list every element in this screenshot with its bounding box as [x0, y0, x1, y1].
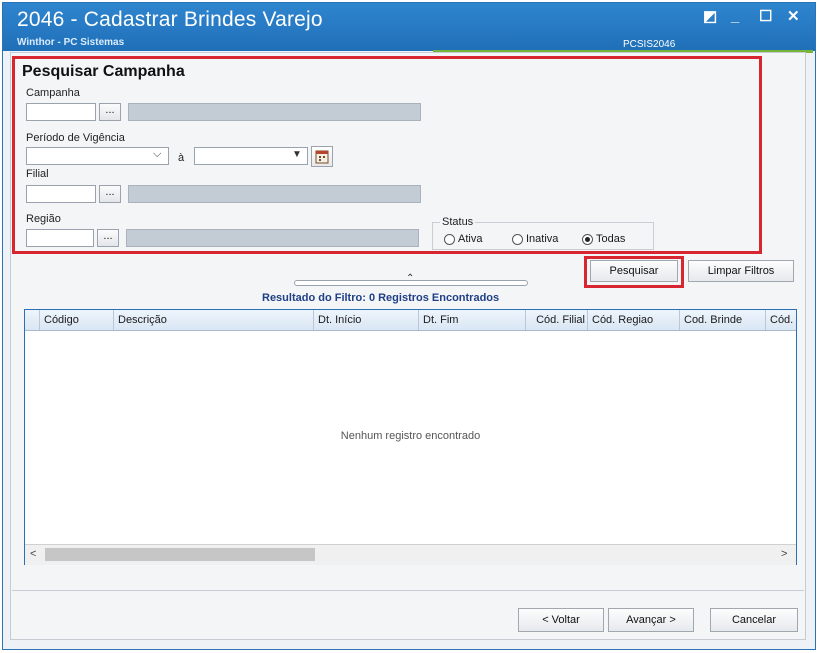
restore-icon[interactable]: ◩: [703, 9, 717, 25]
collapse-handle[interactable]: ⌃: [294, 273, 528, 286]
result-summary: Resultado do Filtro: 0 Registros Encontr…: [262, 292, 500, 304]
radio-circle-icon[interactable]: [512, 233, 523, 245]
column-header-cod-regiao[interactable]: Cód. Regiao: [587, 310, 679, 330]
radio-circle-icon[interactable]: [444, 233, 455, 245]
window-subtitle: Winthor - PC Sistemas: [17, 37, 125, 48]
periodo-separator: à: [178, 152, 185, 164]
column-header-cod-extra[interactable]: Cód.: [765, 310, 796, 330]
radio-label: Ativa: [458, 233, 483, 245]
column-header-dt-fim[interactable]: Dt. Fim: [418, 310, 525, 330]
radio-selected-icon[interactable]: [582, 233, 593, 245]
close-icon[interactable]: ✕: [787, 9, 800, 25]
maximize-icon[interactable]: ☐: [759, 9, 772, 25]
column-header-cod-brinde[interactable]: Cod. Brinde: [679, 310, 765, 330]
search-heading: Pesquisar Campanha: [22, 63, 185, 80]
chevron-down-icon[interactable]: ⌵: [153, 148, 161, 161]
scroll-right-icon[interactable]: >: [781, 548, 787, 560]
routine-code: PCSIS2046: [623, 39, 676, 50]
scroll-left-icon[interactable]: <: [30, 548, 36, 560]
window-title: 2046 - Cadastrar Brindes Varejo: [17, 8, 323, 31]
campanha-label: Campanha: [26, 87, 80, 99]
voltar-button[interactable]: < Voltar: [518, 608, 604, 632]
results-grid: Código Descrição Dt. Início Dt. Fim Cód.…: [24, 309, 797, 565]
regiao-label: Região: [26, 213, 61, 225]
column-header-cod-filial[interactable]: Cód. Filial: [525, 310, 587, 330]
radio-label: Inativa: [526, 233, 559, 245]
footer-divider: [12, 590, 804, 591]
periodo-end-combo[interactable]: [194, 147, 308, 165]
pesquisar-button[interactable]: Pesquisar: [590, 260, 678, 282]
cancelar-button[interactable]: Cancelar: [710, 608, 798, 632]
column-header-codigo[interactable]: Código: [39, 310, 113, 330]
title-bar: 2046 - Cadastrar Brindes Varejo Winthor …: [3, 3, 815, 51]
status-radio-ativa[interactable]: Ativa: [444, 233, 482, 245]
limpar-filtros-button[interactable]: Limpar Filtros: [688, 260, 794, 282]
campanha-code-input[interactable]: [26, 103, 96, 121]
chevron-up-icon[interactable]: ⌃: [406, 273, 414, 284]
periodo-label: Período de Vigência: [26, 132, 125, 144]
avancar-button[interactable]: Avançar >: [608, 608, 694, 632]
campanha-description-field: [128, 103, 421, 121]
column-header-dt-inicio[interactable]: Dt. Início: [313, 310, 418, 330]
regiao-description-field: [126, 229, 419, 247]
column-header-descricao[interactable]: Descrição: [113, 310, 313, 330]
horizontal-scrollbar[interactable]: < >: [25, 544, 796, 565]
scrollbar-thumb[interactable]: [45, 548, 315, 561]
empty-message: Nenhum registro encontrado: [340, 430, 481, 442]
dropdown-arrow-icon[interactable]: ▼: [292, 149, 302, 160]
radio-label: Todas: [596, 233, 626, 245]
filial-code-input[interactable]: [26, 185, 96, 203]
filial-search-button[interactable]: ...: [99, 185, 121, 203]
grid-header: Código Descrição Dt. Início Dt. Fim Cód.…: [25, 310, 796, 331]
filial-label: Filial: [26, 168, 49, 180]
minimize-icon[interactable]: _: [731, 9, 739, 25]
status-radio-todas[interactable]: Todas: [582, 233, 625, 245]
calendar-icon: [315, 150, 329, 164]
calendar-button[interactable]: [311, 146, 333, 167]
periodo-start-combo[interactable]: [26, 147, 169, 165]
status-radio-inativa[interactable]: Inativa: [512, 233, 558, 245]
filial-description-field: [128, 185, 421, 203]
regiao-search-button[interactable]: ...: [97, 229, 119, 247]
campanha-search-button[interactable]: ...: [99, 103, 121, 121]
status-label: Status: [440, 216, 476, 228]
regiao-code-input[interactable]: [26, 229, 94, 247]
